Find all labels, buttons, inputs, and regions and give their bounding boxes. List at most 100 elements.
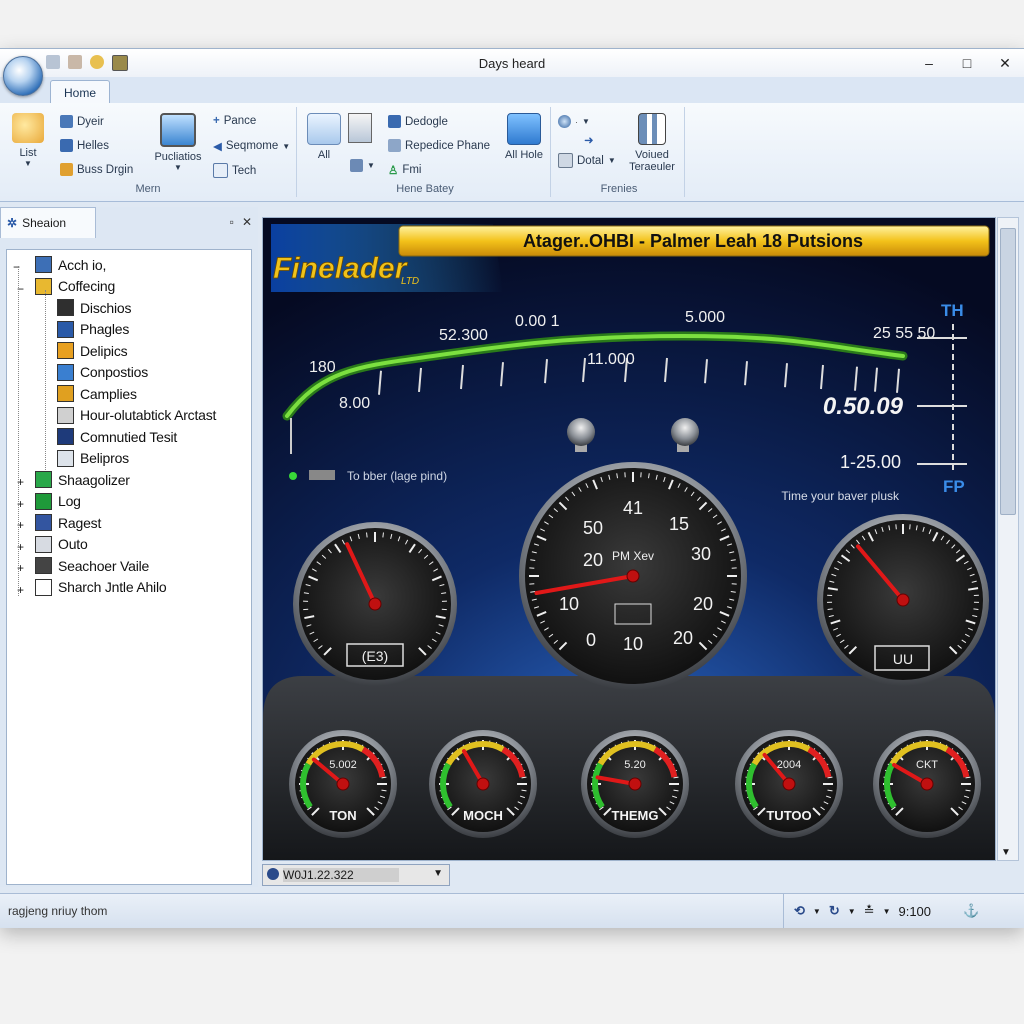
tree-item[interactable]: Conpostios bbox=[57, 363, 149, 381]
gauge-title: PM Xev bbox=[612, 549, 654, 563]
chevron-down-icon[interactable]: ▼ bbox=[813, 907, 821, 916]
small-gauge-label: TUTOO bbox=[766, 808, 811, 823]
filter-icon[interactable]: ≛ bbox=[864, 903, 875, 919]
tree-item-icon bbox=[35, 277, 52, 295]
tree-item-icon bbox=[35, 514, 52, 531]
tool-dropdown[interactable]: ▼ bbox=[350, 159, 375, 172]
seqmome-button[interactable]: ◀ Seqmome ▼ bbox=[213, 139, 290, 153]
tree-item[interactable]: Delipics bbox=[57, 342, 128, 359]
gauge-hub bbox=[368, 597, 382, 611]
tree-item[interactable]: Camplies bbox=[57, 385, 137, 402]
gauge-label: (E3) bbox=[362, 648, 388, 664]
list-button[interactable]: List ▼ bbox=[6, 113, 50, 168]
hint-text: Time your baver plusk bbox=[781, 489, 900, 503]
tree-item[interactable]: Hour-olutabtick Arctast bbox=[57, 406, 216, 424]
gauge-number: 10 bbox=[559, 594, 579, 614]
vertical-scrollbar[interactable]: ▼ bbox=[997, 217, 1019, 861]
all-label: All bbox=[317, 149, 331, 161]
gauge-hub bbox=[896, 593, 910, 607]
combo-value: W0J1.22.322 bbox=[283, 868, 399, 882]
stopwatch-crown bbox=[671, 418, 699, 446]
tree-item[interactable]: Belipros bbox=[57, 449, 129, 467]
phone-icon[interactable] bbox=[348, 113, 372, 143]
status-bar: ragjeng nriuy thom ⟲ ▼ ↻ ▼ ≛ ▼ 9:100 ⚓ bbox=[0, 893, 1024, 928]
dotal-button[interactable]: Dotal ▼ bbox=[558, 153, 616, 168]
gauge-number: 30 bbox=[691, 544, 711, 564]
app-menu-orb-icon[interactable] bbox=[3, 56, 43, 96]
all-hole-button[interactable]: All Hole bbox=[502, 113, 546, 161]
anchor-icon[interactable]: ⚓ bbox=[963, 903, 979, 919]
title-bar: Days heard – □ ✕ bbox=[0, 49, 1024, 77]
refresh-icon[interactable]: ⟲ bbox=[794, 903, 805, 919]
small-gauge-top: 2004 bbox=[777, 759, 801, 771]
minimize-button[interactable]: – bbox=[910, 49, 948, 77]
tree-item[interactable]: Comnutied Tesit bbox=[57, 428, 177, 445]
window-controls: – □ ✕ bbox=[910, 49, 1024, 77]
group-label-hene-batey: Hene Batey bbox=[396, 183, 454, 195]
chevron-down-icon[interactable]: ▼ bbox=[848, 907, 856, 916]
curve-label: 180 bbox=[309, 359, 336, 376]
tree-item[interactable]: Outo bbox=[35, 535, 88, 553]
tree-item-label: Conpostios bbox=[80, 364, 149, 380]
buss-drgin-label: Buss Drgin bbox=[77, 163, 134, 176]
small-gauge-top: 5.002 bbox=[329, 759, 357, 771]
status-tray: ⟲ ▼ ↻ ▼ ≛ ▼ 9:100 ⚓ bbox=[783, 894, 1024, 928]
close-button[interactable]: ✕ bbox=[986, 49, 1024, 77]
tree-item[interactable]: Log bbox=[35, 492, 81, 510]
repedice-phane-button[interactable]: Repedice Phane bbox=[388, 139, 490, 152]
helles-label: Helles bbox=[77, 139, 109, 152]
chevron-down-icon[interactable]: ▼ bbox=[433, 868, 443, 879]
sidebar-tab[interactable]: ✲ Sheaion bbox=[0, 207, 96, 238]
dashboard-canvas: Finelader LTD Atager..OHBI - Palmer Leah… bbox=[263, 218, 995, 860]
status-text: ragjeng nriuy thom bbox=[8, 904, 108, 918]
legend-text: To bber (lage pind) bbox=[347, 469, 447, 483]
sync-icon[interactable]: ↻ bbox=[829, 903, 840, 919]
gauge-number: 10 bbox=[623, 634, 643, 654]
fmi-label: Fmi bbox=[402, 164, 422, 176]
tree-item[interactable]: Sharch Jntle Ahilo bbox=[35, 578, 167, 596]
chevron-down-icon[interactable]: ▼ bbox=[883, 907, 891, 916]
tree-connector bbox=[45, 290, 46, 470]
all-button[interactable]: All bbox=[302, 113, 346, 161]
close-icon[interactable]: ✕ bbox=[242, 215, 252, 229]
helles-button[interactable]: Helles bbox=[60, 139, 109, 152]
repedice-phane-label: Repedice Phane bbox=[405, 139, 491, 152]
tree-item[interactable]: Dischios bbox=[57, 299, 132, 316]
gauge-number: 41 bbox=[623, 498, 643, 518]
disk-icon bbox=[558, 153, 573, 168]
tree-item[interactable]: Seachoer Vaile bbox=[35, 557, 149, 574]
pucliatios-button[interactable]: Pucliatios ▼ bbox=[150, 113, 206, 172]
tree-item[interactable]: Phagles bbox=[57, 320, 129, 338]
tree-item-label: Coffecing bbox=[58, 278, 116, 294]
dyeir-button[interactable]: Dyeir bbox=[60, 115, 104, 128]
tree-item[interactable]: Ragest bbox=[35, 514, 101, 531]
tree-item-label: Shaagolizer bbox=[58, 471, 130, 488]
scroll-down-icon[interactable]: ▼ bbox=[1001, 847, 1011, 858]
arrow-button[interactable]: ➜ bbox=[584, 133, 594, 147]
chevron-down-icon: ▼ bbox=[582, 117, 590, 126]
curve-label: 8.00 bbox=[339, 395, 370, 412]
tree-item[interactable]: Acch io, bbox=[35, 256, 106, 273]
chevron-down-icon: ▼ bbox=[282, 141, 291, 151]
tech-button[interactable]: Tech bbox=[213, 163, 256, 178]
tab-home[interactable]: Home bbox=[50, 80, 110, 104]
small-gauge-label: TON bbox=[329, 808, 356, 823]
tree-item-label: Ragest bbox=[58, 514, 102, 531]
scrollbar-thumb[interactable] bbox=[1000, 228, 1016, 515]
globe-dropdown[interactable]: · ▼ bbox=[558, 115, 590, 128]
value-combobox[interactable]: W0J1.22.322 ▼ bbox=[262, 864, 450, 886]
dedogle-button[interactable]: Dedogle bbox=[388, 115, 448, 128]
dedogle-label: Dedogle bbox=[405, 115, 448, 128]
arrow-right-icon: ➜ bbox=[584, 135, 594, 147]
pin-icon[interactable]: ▫ bbox=[230, 215, 234, 229]
maximize-button[interactable]: □ bbox=[948, 49, 986, 77]
buss-drgin-button[interactable]: Buss Drgin bbox=[60, 163, 133, 176]
voiued-teraeuler-button[interactable]: Voiued Teraeuler bbox=[624, 113, 680, 173]
plus-icon: + bbox=[213, 115, 220, 127]
curve-label: 0.00 1 bbox=[515, 313, 560, 330]
fmi-button[interactable]: ♙ Fmi bbox=[388, 163, 421, 177]
pance-button[interactable]: + Pance bbox=[213, 115, 256, 127]
tree-item[interactable]: Coffecing bbox=[35, 277, 116, 295]
table-icon bbox=[60, 139, 73, 152]
tree-item[interactable]: Shaagolizer bbox=[35, 471, 130, 488]
